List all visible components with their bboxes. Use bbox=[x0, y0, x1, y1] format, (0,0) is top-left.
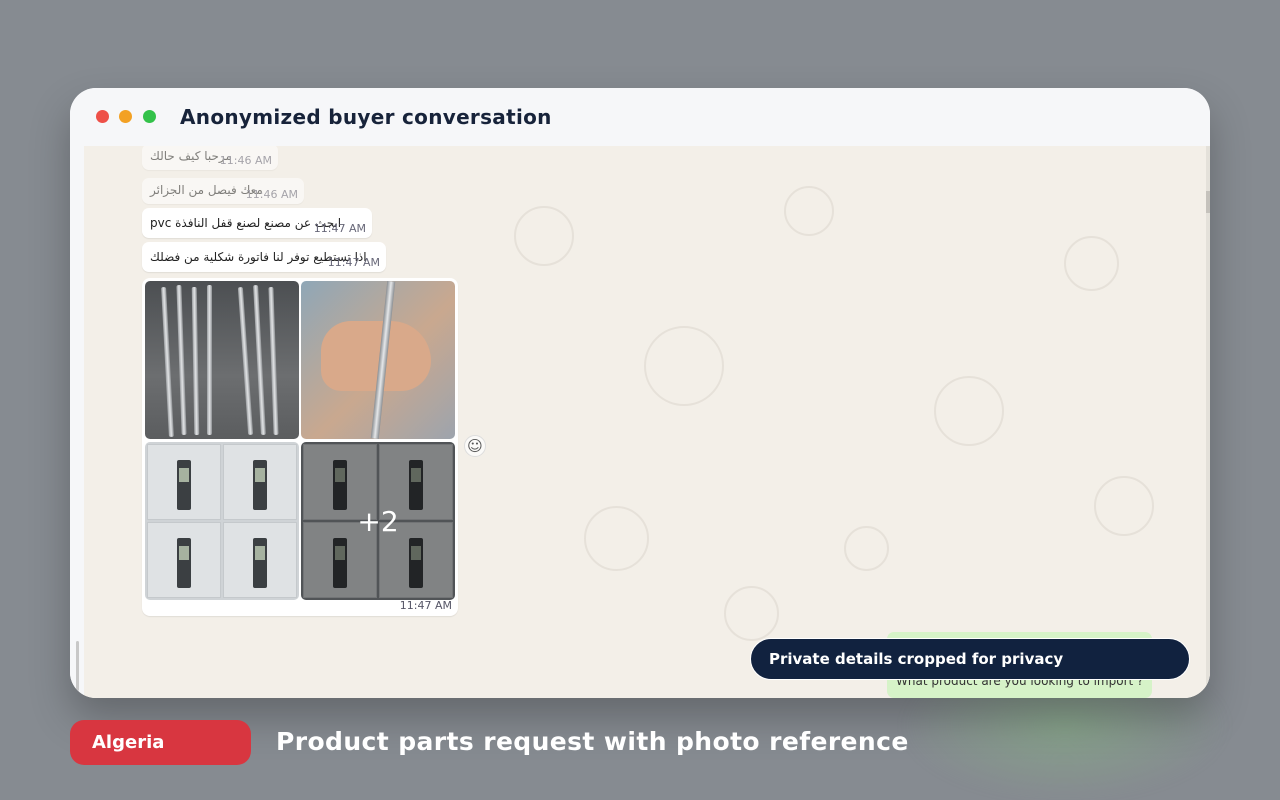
wallpaper-doodle bbox=[1094, 476, 1154, 536]
right-scroll-thumb[interactable] bbox=[1206, 191, 1210, 213]
country-tag: Algeria bbox=[70, 720, 251, 765]
maximize-window-button[interactable] bbox=[143, 110, 156, 123]
message-bubble[interactable]: مرحبا كيف حالك 11:46 AM bbox=[142, 146, 278, 170]
emoji-smile-icon[interactable]: ☺ bbox=[464, 435, 486, 457]
message-bubble[interactable]: معك فيصل من الجزائر 11:46 AM bbox=[142, 178, 304, 204]
title-bar: Anonymized buyer conversation bbox=[70, 88, 1210, 146]
window-title: Anonymized buyer conversation bbox=[180, 105, 552, 129]
wallpaper-doodle bbox=[784, 186, 834, 236]
left-scroll-thumb[interactable] bbox=[76, 641, 79, 691]
chat-window: Anonymized buyer conversation مرحبا كيف … bbox=[70, 88, 1210, 698]
more-photos-count: +2 bbox=[357, 504, 399, 538]
message-bubble[interactable]: اذا تستطيع توفر لنا فاتورة شكلية من فضلك… bbox=[142, 242, 386, 272]
photo-thumbnail[interactable] bbox=[145, 442, 299, 600]
wallpaper-doodle bbox=[844, 526, 889, 571]
photo-thumbnail[interactable] bbox=[301, 281, 455, 439]
message-time: 11:46 AM bbox=[245, 188, 298, 201]
caption-text: Product parts request with photo referen… bbox=[276, 727, 909, 756]
wallpaper-doodle bbox=[584, 506, 649, 571]
message-time: 11:46 AM bbox=[219, 154, 272, 167]
close-window-button[interactable] bbox=[96, 110, 109, 123]
photo-thumbnail[interactable] bbox=[145, 281, 299, 439]
wallpaper-doodle bbox=[934, 376, 1004, 446]
wallpaper-doodle bbox=[514, 206, 574, 266]
media-message-bubble[interactable]: +2 11:47 AM bbox=[142, 278, 458, 616]
message-text: ابحث عن مصنع لصنع قفل النافذة pvc bbox=[150, 216, 342, 230]
message-time: 11:47 AM bbox=[327, 256, 380, 269]
left-scroll-track bbox=[70, 146, 84, 698]
wallpaper-doodle bbox=[1064, 236, 1119, 291]
minimize-window-button[interactable] bbox=[119, 110, 132, 123]
wallpaper-doodle bbox=[724, 586, 779, 641]
photo-thumbnail-more[interactable]: +2 bbox=[301, 442, 455, 600]
chat-wallpaper: مرحبا كيف حالك 11:46 AM معك فيصل من الجز… bbox=[84, 146, 1210, 698]
wallpaper-doodle bbox=[644, 326, 724, 406]
message-bubble[interactable]: ابحث عن مصنع لصنع قفل النافذة pvc 11:47 … bbox=[142, 208, 372, 238]
message-time: 11:47 AM bbox=[399, 599, 452, 612]
privacy-notice: Private details cropped for privacy bbox=[750, 638, 1190, 680]
message-time: 11:47 AM bbox=[313, 222, 366, 235]
chat-area[interactable]: مرحبا كيف حالك 11:46 AM معك فيصل من الجز… bbox=[70, 146, 1210, 698]
right-scroll-track bbox=[1206, 146, 1210, 698]
